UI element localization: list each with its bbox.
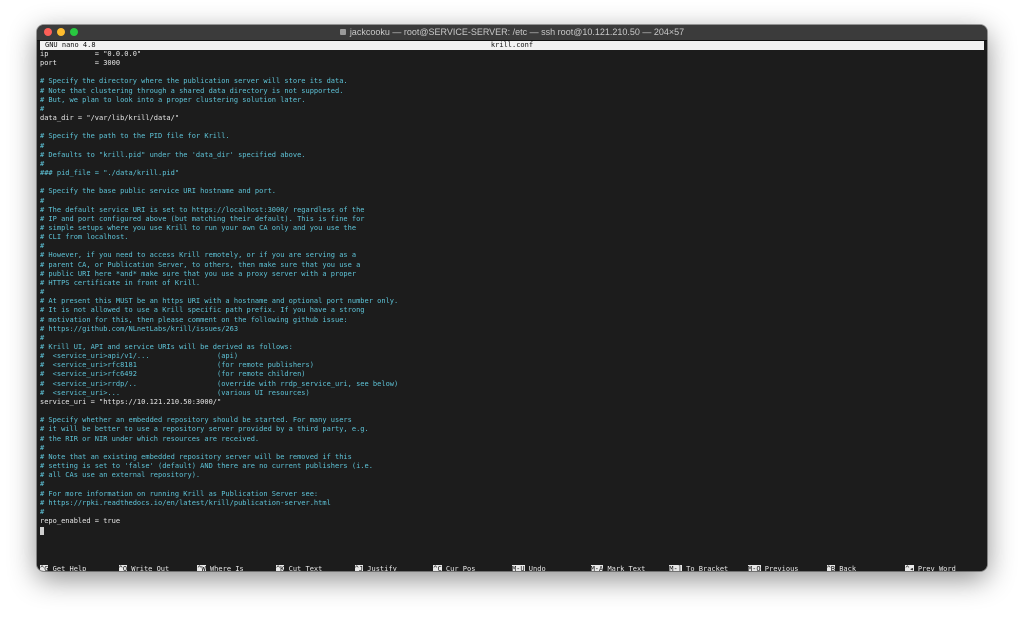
editor-line: # [40,443,45,452]
editor-line: # [40,507,45,516]
editor-line: # https://rpki.readthedocs.io/en/latest/… [40,498,331,507]
shortcut-label: Mark Text [603,565,646,571]
editor-line: # <service_uri>... (various UI resources… [40,388,310,397]
shortcut-item: M-A Mark Text [590,565,670,571]
editor-buffer[interactable]: ip = "0.0.0.0" port = 3000 # Specify the d… [40,50,984,536]
editor-line: data_dir = "/var/lib/krill/data/" [40,114,180,123]
editor-line: # <service_uri>rfc6492 (for remote child… [40,370,306,379]
nano-header: GNU nano 4.8 krill.conf [40,41,984,50]
shortcut-key: M-U [511,565,525,571]
editor-line: # Specify the directory where the public… [40,77,348,86]
editor-line: # The default service URI is set to http… [40,205,365,214]
editor-line: # Note that an existing embedded reposit… [40,452,352,461]
shortcut-key: M-Q [747,565,761,571]
title-bar[interactable]: jackcooku — root@SERVICE-SERVER: /etc — … [37,25,987,41]
shortcut-label: Cut Text [284,565,323,571]
shortcut-label: To Bracket [681,565,729,571]
shortcut-item: M-U Undo [511,565,591,571]
editor-line: # CLI from localhost. [40,233,129,242]
shortcut-bar: ^G Get Help ^O Write Out ^W Where Is ^K Cut… [40,565,984,571]
shortcut-key: M-A [590,565,604,571]
editor-line: # [40,288,45,297]
editor-line: # Krill UI, API and service URIs will be… [40,343,293,351]
editor-line: # all CAs use an external repository). [40,471,201,480]
editor-line: repo_enabled = true [40,516,121,525]
shortcut-item: ^G Get Help [40,565,119,571]
editor-line: # Specify whether an embedded repository… [40,416,352,425]
shortcut-key: ^C [433,565,442,571]
editor-line: # public URI here *and* make sure that y… [40,269,357,278]
shortcut-label: Previous [760,565,799,571]
shortcut-label: Undo [524,565,546,571]
editor-line: # it will be better to use a repository … [40,425,369,434]
editor-line: # [40,242,45,251]
shortcut-item: ^C Cur Pos [433,565,512,571]
editor-line: # simple setups where you use Krill to r… [40,223,357,232]
shortcut-key: ^B [826,565,835,571]
editor-line: # setting is set to 'false' (default) AN… [40,462,373,471]
editor-line: service_uri = "https://10.121.210.50:300… [40,397,222,406]
terminal-window: jackcooku — root@SERVICE-SERVER: /etc — … [37,25,987,571]
shortcut-item: ^O Write Out [118,565,198,571]
cursor-line [40,526,984,536]
editor-line: # But, we plan to look into a proper clu… [40,95,306,104]
editor-line: # HTTPS certificate in front of Krill. [40,278,201,287]
shortcut-item: M-] To Bracket [669,565,748,571]
shortcut-label: Get Help [48,565,87,571]
shortcut-item: ^◂ Prev Word [905,565,984,571]
lock-icon [339,29,346,35]
shortcut-key: ^O [118,565,128,571]
shortcut-key: ^W [197,565,206,571]
editor-line: ip = "0.0.0.0" [40,50,142,58]
shortcut-item: ^K Cut Text [275,565,355,571]
shortcut-item: M-Q Previous [747,565,827,571]
shortcut-key: ^◂ [905,565,914,571]
shortcut-key: M-] [669,565,682,571]
editor-line: # <service_uri>rfc8181 (for remote publi… [40,361,314,370]
shortcut-item: ^W Where Is [197,565,276,571]
editor-line: # [40,480,45,489]
nano-version: GNU nano 4.8 [45,41,96,49]
shortcut-label: Justify [363,565,397,571]
editor-line: # parent CA, or Publication Server, to o… [40,260,361,269]
editor-line: # [40,159,45,168]
editor-line: # motivation for this, then please comme… [40,315,348,324]
shortcut-label: Cur Pos [441,565,476,571]
editor-line: # Note that clustering through a shared … [40,86,344,95]
editor-line: # <service_uri>api/v1/... (api) [40,352,239,361]
editor-line: # However, if you need to access Krill r… [40,251,357,260]
editor-line: # IP and port configured above (but matc… [40,214,365,223]
editor-line: # [40,196,45,205]
editor-line: # the RIR or NIR under which resources a… [40,434,260,443]
editor-line: # [40,104,45,113]
file-name: krill.conf [490,41,534,49]
terminal-area[interactable]: GNU nano 4.8 krill.conf ip = "0.0.0.0" po… [37,41,987,571]
editor-line: # <service_uri>rrdp/.. (override with rr… [40,379,399,388]
editor-line: # For more information on running Krill … [40,489,319,498]
shortcut-item: ^B Back [826,565,906,571]
editor-line: # It is not allowed to use a Krill speci… [40,306,365,315]
shortcut-label: Back [835,565,857,571]
editor-line: # Specify the base public service URI ho… [40,187,277,196]
editor-line: # [40,141,45,150]
window-title: jackcooku — root@SERVICE-SERVER: /etc — … [37,26,987,39]
shortcut-label: Prev Word [913,565,956,571]
window-title-text: jackcooku — root@SERVICE-SERVER: /etc — … [349,27,685,37]
editor-line: # https://github.com/NLnetLabs/krill/iss… [40,324,239,333]
shortcut-item: ^J Justify [354,565,434,571]
editor-line: port = 3000 [40,59,121,68]
shortcut-key: ^J [354,565,364,571]
editor-line: # At present this MUST be an https URI w… [40,297,399,306]
editor-line: ### pid_file = "./data/krill.pid" [40,169,180,178]
shortcut-label: Write Out [127,565,170,571]
editor-line: # [40,333,45,342]
editor-line: # Defaults to "krill.pid" under the 'dat… [40,150,306,159]
text-cursor [40,527,44,536]
editor-line: # Specify the path to the PID file for K… [40,132,230,141]
shortcut-label: Where Is [205,565,244,571]
